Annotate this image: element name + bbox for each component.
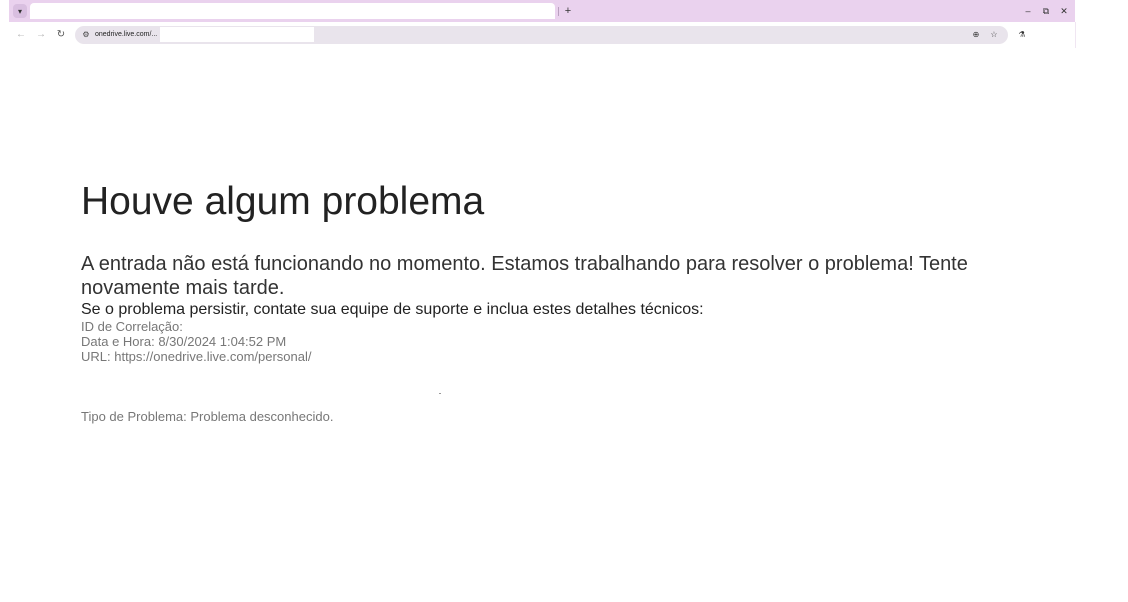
site-info-icon[interactable]: ⚙ bbox=[80, 29, 92, 41]
minimize-button[interactable]: – bbox=[1021, 4, 1035, 18]
error-message: A entrada não está funcionando no moment… bbox=[81, 253, 968, 299]
url-redaction bbox=[160, 27, 314, 42]
labs-flask-icon[interactable]: ⚗ bbox=[1016, 29, 1028, 41]
error-url: URL: https://onedrive.live.com/personal/ bbox=[81, 349, 312, 364]
date-time: Data e Hora: 8/30/2024 1:04:52 PM bbox=[81, 334, 287, 349]
tab-divider bbox=[558, 7, 559, 16]
active-tab[interactable] bbox=[30, 3, 555, 19]
url-text[interactable]: onedrive.live.com/... bbox=[95, 29, 157, 41]
close-button[interactable]: ✕ bbox=[1057, 4, 1071, 18]
browser-toolbar: ← → ↻ ⚙ onedrive.live.com/... ⊕ ☆ ⚗ bbox=[9, 22, 1031, 48]
new-tab-button[interactable]: + bbox=[562, 4, 574, 18]
correlation-id: ID de Correlação: bbox=[81, 319, 183, 334]
chevron-down-icon: ▾ bbox=[17, 6, 22, 16]
divider-speck bbox=[439, 393, 441, 394]
bookmark-star-icon[interactable]: ☆ bbox=[988, 29, 1000, 41]
tab-search-button[interactable]: ▾ bbox=[13, 4, 27, 18]
restore-button[interactable]: ⧉ bbox=[1039, 4, 1053, 18]
problem-type: Tipo de Problema: Problema desconhecido. bbox=[81, 409, 334, 424]
reload-button[interactable]: ↻ bbox=[54, 28, 68, 42]
back-button[interactable]: ← bbox=[14, 28, 28, 42]
page-title: Houve algum problema bbox=[81, 180, 485, 223]
support-instructions: Se o problema persistir, contate sua equ… bbox=[81, 301, 704, 318]
forward-button[interactable]: → bbox=[34, 28, 48, 42]
tab-strip: ▾ + – ⧉ ✕ bbox=[9, 0, 1075, 22]
zoom-icon[interactable]: ⊕ bbox=[970, 29, 982, 41]
address-bar[interactable]: ⚙ onedrive.live.com/... ⊕ ☆ bbox=[75, 26, 1008, 44]
browser-window: ▾ + – ⧉ ✕ ← → ↻ ⚙ onedrive.live.com/... … bbox=[9, 0, 1076, 48]
toolbar-edge bbox=[1031, 22, 1076, 48]
